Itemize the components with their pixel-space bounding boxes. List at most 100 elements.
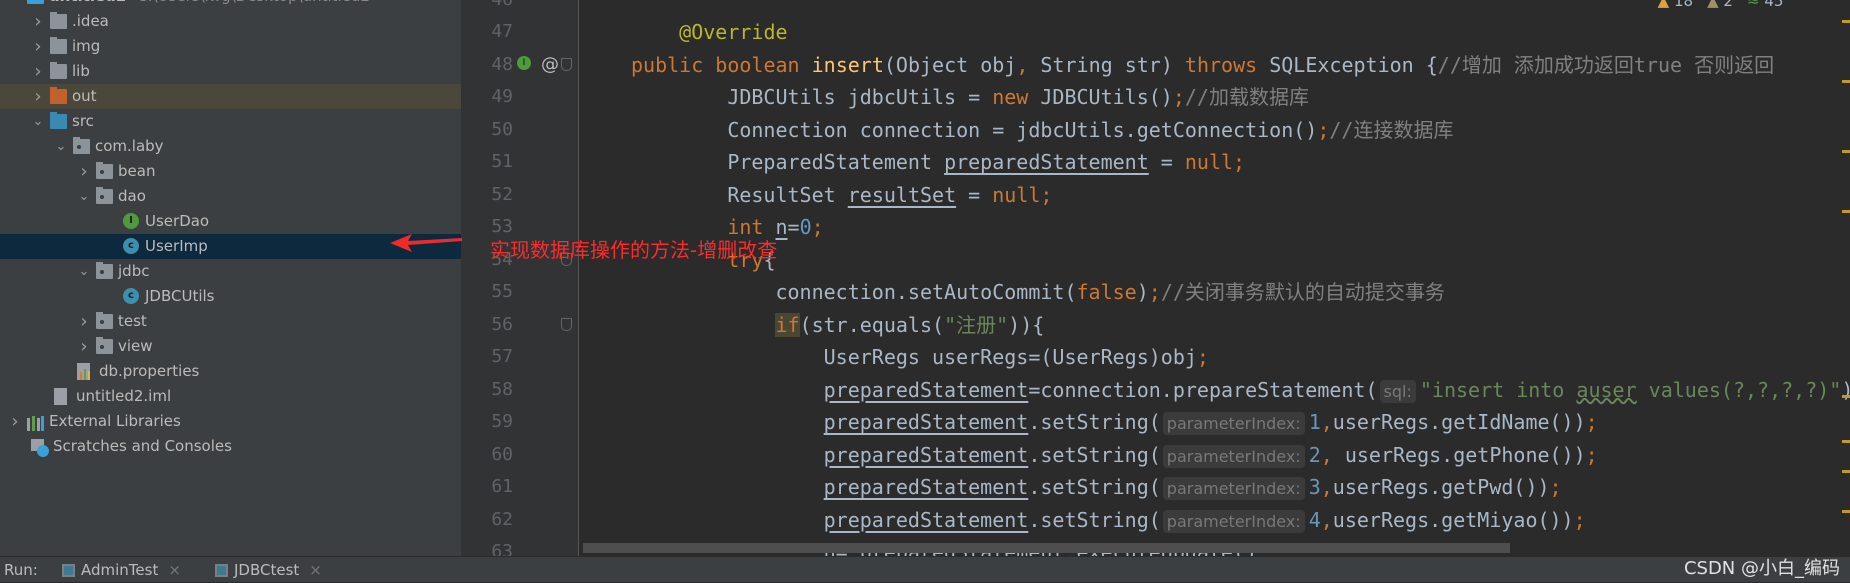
code-line[interactable]: preparedStatement.setString(parameterInd…	[824, 439, 1598, 471]
code-token: =connection.prepareStatement(	[1028, 377, 1378, 402]
chevron-down-icon[interactable]: ⌄	[77, 184, 91, 209]
chevron-right-icon[interactable]: ›	[8, 409, 22, 434]
code-line[interactable]: JDBCUtils jdbcUtils = new JDBCUtils();//…	[727, 81, 1309, 113]
chevron-right-icon[interactable]: ›	[31, 59, 45, 84]
code-token: .setString(	[1028, 410, 1161, 434]
code-line[interactable]: connection.setAutoCommit(false);//关闭事务默认…	[775, 276, 1444, 308]
code-token: UserRegs userRegs=(UserRegs)obj	[823, 345, 1197, 369]
code-token: preparedStatement	[823, 475, 1029, 499]
chevron-down-icon[interactable]: ⌄	[77, 259, 91, 284]
code-token: ,	[1016, 52, 1041, 77]
tree-item-img[interactable]: › img	[0, 34, 461, 59]
error-stripe-mark[interactable]	[1842, 80, 1850, 83]
code-token: 1	[1308, 410, 1321, 434]
code-token: 2	[1308, 442, 1321, 467]
parameter-hint: parameterIndex:	[1162, 444, 1305, 468]
run-tab-jdbctest[interactable]: JDBCtest ×	[215, 557, 322, 583]
warning-count[interactable]: ▲ 18	[1658, 0, 1693, 10]
chevron-right-icon[interactable]: ›	[77, 334, 91, 359]
code-line[interactable]: ResultSet resultSet = null;	[727, 179, 1052, 211]
error-stripe-mark[interactable]	[1842, 150, 1850, 153]
code-token: @Override	[679, 20, 788, 44]
tree-item-label: untitled2.iml	[76, 387, 172, 405]
fold-icon[interactable]	[561, 57, 572, 71]
tree-item-dao[interactable]: ⌄ dao	[0, 184, 461, 209]
code-token: ;	[1172, 85, 1185, 109]
run-tab-admintest[interactable]: AdminTest ×	[62, 557, 181, 583]
tree-item-db-properties[interactable]: db.properties	[0, 359, 461, 384]
code-token: ;	[1549, 475, 1562, 499]
parameter-hint: parameterIndex:	[1162, 477, 1305, 500]
tree-item-out[interactable]: › out	[0, 84, 461, 109]
code-token: null;	[992, 182, 1053, 207]
run-config-icon	[62, 563, 75, 577]
tree-item-scratches-and-consoles[interactable]: Scratches and Consoles	[0, 434, 461, 459]
tree-item-external-libraries[interactable]: › External Libraries	[0, 409, 461, 434]
tree-item-src[interactable]: ⌄ src	[0, 109, 461, 134]
chevron-down-icon[interactable]: ⌄	[31, 109, 45, 134]
error-stripe-mark[interactable]	[1842, 395, 1850, 398]
tree-item-bean[interactable]: › bean	[0, 159, 461, 184]
tree-item-untitled2-iml[interactable]: untitled2.iml	[0, 384, 461, 409]
code-line[interactable]: if(str.equals("注册")){	[775, 309, 1044, 341]
tree-item-view[interactable]: › view	[0, 334, 461, 359]
tree-item-jdbcutils[interactable]: c JDBCUtils	[0, 284, 461, 309]
weak-warning-count[interactable]: ▲ 2	[1707, 0, 1733, 10]
chevron-up-icon[interactable]: ⌃	[1797, 0, 1810, 10]
code-token: ResultSet	[727, 182, 848, 207]
code-token: )){	[1008, 312, 1045, 337]
error-stripe-mark[interactable]	[1842, 210, 1850, 213]
tree-item-userdao[interactable]: I UserDao	[0, 209, 461, 234]
chevron-right-icon[interactable]: ›	[31, 84, 45, 109]
project-path: C:\Users\lwg\Desktop\untitled2	[137, 0, 370, 9]
code-token: new	[992, 85, 1041, 109]
close-icon[interactable]: ×	[168, 557, 181, 583]
chevron-right-icon[interactable]: ›	[77, 159, 91, 184]
tree-item-label: UserImp	[145, 237, 208, 255]
tree-item-test[interactable]: › test	[0, 309, 461, 334]
watermark: CSDN @小白_编码	[1683, 558, 1840, 579]
tree-item-lib[interactable]: › lib	[0, 59, 461, 84]
code-line[interactable]: PreparedStatement preparedStatement = nu…	[727, 146, 1245, 178]
code-line[interactable]: UserRegs userRegs=(UserRegs)obj;	[824, 341, 1209, 373]
inspection-widget[interactable]: ▲ 18 ▲ 2 ≈ 45 ⌃	[1658, 0, 1810, 10]
code-line[interactable]: preparedStatement.setString(parameterInd…	[824, 471, 1562, 503]
code-line[interactable]: public boolean insert(Object obj, String…	[631, 49, 1774, 81]
code-token: 0	[799, 215, 812, 239]
chevron-right-icon[interactable]: ›	[31, 34, 45, 59]
editor-gutter: 464748I@495051525354555657585960616263	[461, 0, 579, 556]
error-stripe-mark[interactable]	[1842, 470, 1850, 473]
code-token: )	[1136, 280, 1149, 304]
chevron-right-icon[interactable]: ›	[31, 9, 45, 34]
error-stripe-mark[interactable]	[1842, 510, 1850, 513]
tree-item-untitled2[interactable]: ⌄ untitled2 C:\Users\lwg\Desktop\untitled2	[0, 0, 461, 9]
typo-count[interactable]: ≈ 45	[1747, 0, 1783, 10]
code-editor[interactable]: 464748I@495051525354555657585960616263 @…	[461, 0, 1850, 556]
code-line[interactable]: @Override	[679, 16, 787, 48]
weak-warning-icon: ▲	[1707, 0, 1719, 10]
chevron-right-icon[interactable]: ›	[77, 309, 91, 334]
code-line[interactable]: preparedStatement=connection.prepareStat…	[824, 374, 1850, 406]
code-line[interactable]: Connection connection = jdbcUtils.getCon…	[727, 114, 1453, 146]
tree-item-label: img	[72, 37, 101, 55]
close-icon[interactable]: ×	[309, 557, 322, 583]
code-token: "注册"	[944, 312, 1009, 337]
annotation-at-icon[interactable]: @	[541, 49, 559, 81]
tree-item-com-laby[interactable]: ⌄ com.laby	[0, 134, 461, 159]
error-stripe-mark[interactable]	[1842, 20, 1850, 23]
package-icon	[96, 187, 113, 204]
implements-method-icon[interactable]: I	[517, 55, 531, 70]
package-icon	[73, 137, 90, 154]
parameter-hint: parameterIndex:	[1162, 412, 1305, 435]
tree-item-jdbc[interactable]: ⌄ jdbc	[0, 259, 461, 284]
code-line[interactable]: preparedStatement.setString(parameterInd…	[824, 406, 1598, 438]
chevron-down-icon[interactable]: ⌄	[8, 0, 22, 9]
chevron-down-icon[interactable]: ⌄	[54, 134, 68, 159]
tree-item--idea[interactable]: › .idea	[0, 9, 461, 34]
tree-item-label: jdbc	[118, 262, 150, 280]
code-line[interactable]: preparedStatement.setString(parameterInd…	[824, 504, 1586, 536]
error-stripe-mark[interactable]	[1842, 440, 1850, 443]
horizontal-scrollbar[interactable]	[583, 543, 1510, 553]
fold-icon[interactable]	[561, 317, 572, 331]
tree-item-label: Scratches and Consoles	[53, 437, 232, 455]
